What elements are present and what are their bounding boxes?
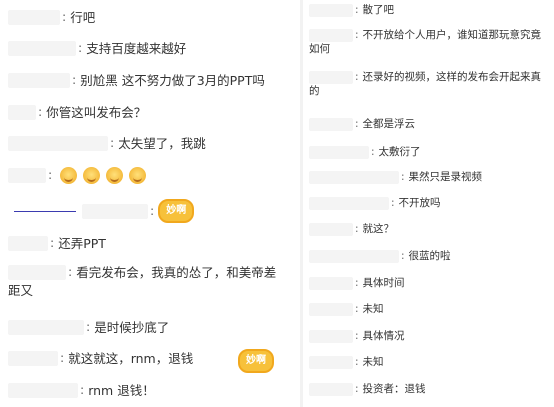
comment-row: : — [8, 166, 152, 184]
comment-text: 全都是浮云 — [362, 118, 416, 130]
redacted-username — [309, 28, 353, 42]
redacted-username — [309, 302, 353, 316]
redacted-username — [8, 351, 58, 366]
comment-text: 支持百度越来越好 — [86, 41, 187, 56]
laughing-face-icon — [106, 167, 124, 184]
comment-text: 散了吧 — [362, 4, 395, 16]
comment-row: : 就这？ — [309, 222, 394, 236]
right-comment-column: : 散了吧 : 不开放给个人用户，谁知道那玩意究竟如何 : 还录好的视频，这样的发布会… — [303, 0, 554, 407]
redacted-username — [8, 383, 78, 398]
left-comment-column: : 行吧 : 支持百度越来越好 : 别尬黑 这不努力做了3月的PPT吗 : 你管这叫发布… — [0, 0, 300, 407]
comment-row: : 太失望了，我跳 — [8, 134, 206, 152]
comment-row: : 妙啊 — [14, 199, 195, 223]
comment-row: : 支持百度越来越好 — [8, 39, 186, 57]
comment-row: : 散了吧 — [309, 3, 394, 17]
comment-text: 很蓝的啦 — [408, 250, 451, 262]
laughing-face-icon — [83, 167, 101, 184]
comment-row: : 还弄PPT — [8, 234, 106, 252]
comment-row: : 行吧 — [8, 8, 95, 26]
comment-row: : 果然只是录视频 — [309, 170, 482, 184]
redacted-username — [82, 203, 148, 219]
redacted-username — [309, 117, 353, 131]
comment-row: : 投资者：退钱 — [309, 382, 426, 396]
comment-text: 行吧 — [70, 10, 96, 25]
comment-text: 就这？ — [362, 223, 395, 235]
redacted-username — [309, 329, 353, 343]
comment-row: : 就这就这，rnm，退钱 — [8, 349, 193, 367]
comment-text: 不开放吗 — [398, 197, 441, 209]
comment-row: : 具体情况 — [309, 329, 405, 343]
redacted-username — [309, 196, 389, 210]
comment-text: 是时候抄底了 — [94, 320, 170, 335]
comment-row: : 太敷衍了 — [309, 145, 421, 159]
comment-text: 太敷衍了 — [378, 146, 421, 158]
comment-text: 就这就这，rnm，退钱 — [68, 351, 194, 366]
redacted-username — [8, 236, 48, 251]
comment-row: : 具体时间 — [309, 276, 405, 290]
redacted-username — [8, 105, 36, 120]
comment-text: 别尬黑 这不努力做了3月的PPT吗 — [80, 73, 265, 88]
redacted-username — [8, 41, 76, 56]
comment-text: 具体情况 — [362, 330, 405, 342]
comment-row: : 未知 — [309, 355, 384, 369]
comment-text: 未知 — [362, 303, 384, 315]
redacted-username — [14, 210, 76, 212]
redacted-username — [8, 265, 66, 280]
redacted-username — [309, 355, 353, 369]
comment-row: : 全都是浮云 — [309, 117, 415, 131]
comment-row: : 还录好的视频，这样的发布会开起来真的 — [309, 70, 542, 97]
comment-text: 果然只是录视频 — [408, 171, 483, 183]
comment-text: 未知 — [362, 356, 384, 368]
redacted-username — [8, 10, 60, 25]
comment-row: : 你管这叫发布会？ — [8, 103, 146, 121]
comment-row: : 不开放吗 — [309, 196, 441, 210]
redacted-username — [309, 249, 399, 263]
redacted-username — [309, 3, 353, 17]
redacted-username — [8, 320, 84, 335]
comment-row: : rnm 退钱！ — [8, 381, 155, 399]
redacted-username — [309, 276, 353, 290]
comment-text: 太失望了，我跳 — [118, 136, 206, 151]
redacted-username — [309, 222, 353, 236]
comment-text: rnm 退钱！ — [88, 383, 155, 398]
redacted-username — [309, 170, 399, 184]
redacted-username — [8, 136, 108, 151]
comment-row: : 未知 — [309, 302, 384, 316]
comment-row: : 不开放给个人用户，谁知道那玩意究竟如何 — [309, 28, 542, 55]
redacted-username — [8, 168, 46, 183]
comment-text: 你管这叫发布会？ — [46, 105, 147, 120]
redacted-username — [8, 73, 70, 88]
comment-row: : 看完发布会，我真的怂了，和美帝差距又 — [8, 264, 277, 298]
redacted-username — [309, 70, 353, 84]
laughing-face-icon — [129, 167, 147, 184]
comment-row: 妙啊 — [238, 349, 274, 373]
miaoa-sticker: 妙啊 — [238, 349, 274, 373]
comment-text: 投资者：退钱 — [362, 383, 426, 395]
miaoa-sticker: 妙啊 — [158, 199, 195, 223]
comment-text: 还弄PPT — [58, 236, 106, 251]
comment-text: 具体时间 — [362, 277, 405, 289]
redacted-username — [309, 382, 353, 396]
comment-row: : 很蓝的啦 — [309, 249, 451, 263]
comment-row: : 别尬黑 这不努力做了3月的PPT吗 — [8, 71, 265, 89]
laughing-face-icon — [60, 167, 78, 184]
redacted-username — [309, 145, 369, 159]
comment-row: : 是时候抄底了 — [8, 318, 169, 336]
